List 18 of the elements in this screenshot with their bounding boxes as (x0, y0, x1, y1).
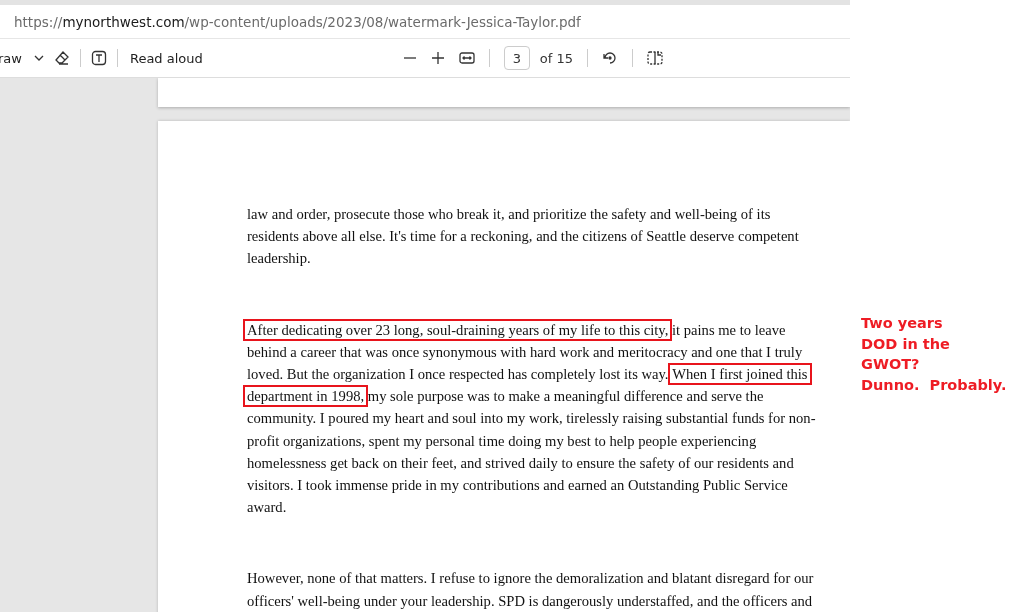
annotation-text: Two years DOD in the GWOT? Dunno. Probably. (861, 314, 1008, 395)
rotate-icon[interactable] (602, 50, 618, 66)
eraser-icon[interactable] (53, 50, 70, 66)
paragraph: However, none of that matters. I refuse to ignore the demoralization and blatant disregard for our officers' well-being under your leadership. SPD is dangerously understaffed, and the officers and (247, 569, 815, 611)
caret-icon[interactable] (33, 55, 44, 61)
two-page-icon[interactable] (647, 51, 663, 65)
highlighted-phrase: When I first joined this (668, 363, 812, 385)
zoom-in-icon[interactable] (430, 51, 445, 65)
highlighted-phrase: department in 1998, (243, 385, 369, 408)
paragraph: law and order, prosecute those who break it, and prioritize the safety and well-being of its residents above all else. It's time for a reckoning, and the citizens of Seattle deserve competent leadership. (247, 205, 800, 269)
fit-width-icon[interactable] (458, 51, 475, 65)
address-url[interactable]: https://mynorthwest.com/wp-content/uploads/2023/08/watermark-Jessica-Taylor.pdf (14, 13, 581, 30)
read-aloud-button[interactable]: Read aloud (127, 46, 205, 70)
page-number-field[interactable]: 3 (503, 46, 530, 70)
draw-button[interactable]: raw (0, 46, 24, 70)
text-box-icon[interactable] (90, 50, 107, 66)
highlighted-phrase: After dedicating over 23 long, soul-draining years of my life to this city, (243, 318, 673, 341)
page-count: of 15 (539, 50, 573, 66)
